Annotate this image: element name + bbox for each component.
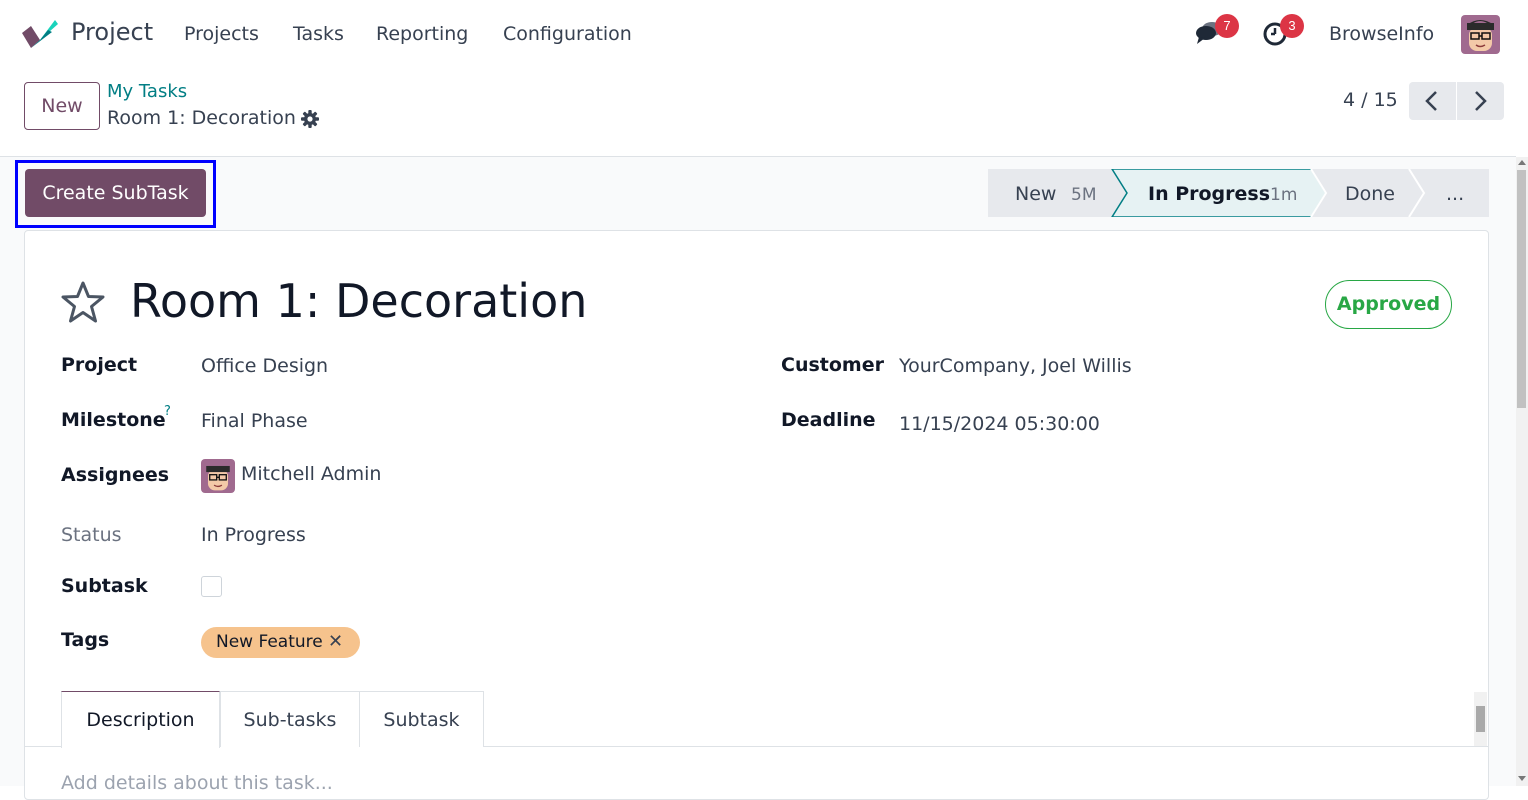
- deadline-label: Deadline: [781, 409, 876, 431]
- stage-done-label: Done: [1345, 183, 1395, 205]
- highlight-box: [15, 160, 216, 228]
- project-field[interactable]: Office Design: [201, 355, 328, 377]
- stage-new-label: New: [1015, 183, 1056, 205]
- pager-previous-button[interactable]: [1409, 82, 1456, 120]
- star-icon[interactable]: [60, 280, 106, 324]
- description-editor[interactable]: Add details about this task...: [61, 772, 333, 794]
- project-label: Project: [61, 354, 138, 376]
- page-scrollbar-thumb[interactable]: [1517, 170, 1526, 408]
- top-navbar: Project Projects Tasks Reporting Configu…: [0, 0, 1528, 70]
- status-field: In Progress: [201, 524, 306, 546]
- breadcrumb-current: Room 1: Decoration: [107, 107, 296, 129]
- subtask-label: Subtask: [61, 575, 148, 597]
- app-name[interactable]: Project: [71, 18, 153, 46]
- chevron-left-icon: [1425, 91, 1437, 111]
- tag-badge: New Feature ✕: [201, 627, 360, 658]
- gear-icon[interactable]: [300, 109, 320, 129]
- new-record-button[interactable]: New: [24, 82, 100, 130]
- messages-badge: 7: [1215, 14, 1239, 38]
- user-avatar[interactable]: [1461, 15, 1500, 54]
- inner-scrollbar-thumb[interactable]: [1476, 706, 1485, 732]
- tags-label: Tags: [61, 629, 110, 651]
- approval-status-button[interactable]: Approved: [1325, 280, 1452, 329]
- assignees-field[interactable]: Mitchell Admin: [241, 463, 381, 485]
- pager-next-button[interactable]: [1457, 82, 1504, 120]
- stage-new[interactable]: [988, 169, 1127, 217]
- company-switcher[interactable]: BrowseInfo: [1329, 23, 1434, 45]
- project-logo-icon[interactable]: [22, 18, 58, 50]
- activities-badge: 3: [1280, 14, 1304, 38]
- customer-label: Customer: [781, 354, 884, 376]
- stage-statusbar: New 5M In Progress 1m Done ...: [988, 169, 1489, 217]
- menu-reporting[interactable]: Reporting: [376, 23, 468, 45]
- milestone-field[interactable]: Final Phase: [201, 410, 308, 432]
- stage-more-label: ...: [1446, 183, 1464, 205]
- deadline-field[interactable]: 11/15/2024 05:30:00: [899, 413, 1100, 435]
- scroll-down-arrow-icon[interactable]: [1518, 776, 1526, 781]
- stage-in-progress-label: In Progress: [1148, 183, 1270, 205]
- stage-in-progress-time: 1m: [1270, 185, 1297, 205]
- scroll-up-arrow-icon[interactable]: [1518, 160, 1526, 165]
- tab-sub-tasks[interactable]: Sub-tasks: [220, 691, 360, 747]
- tag-label: New Feature: [216, 632, 323, 652]
- status-label: Status: [61, 524, 122, 546]
- close-icon[interactable]: ✕: [328, 631, 343, 652]
- pager-value[interactable]: 4 / 15: [1343, 89, 1398, 111]
- customer-field[interactable]: YourCompany, Joel Willis: [899, 355, 1132, 377]
- milestone-label: Milestone: [61, 409, 166, 431]
- stage-new-time: 5M: [1071, 185, 1096, 205]
- menu-tasks[interactable]: Tasks: [293, 23, 344, 45]
- assignee-avatar: [201, 459, 235, 493]
- tab-subtask[interactable]: Subtask: [359, 691, 484, 747]
- menu-configuration[interactable]: Configuration: [503, 23, 632, 45]
- tab-description[interactable]: Description: [61, 691, 220, 748]
- milestone-help-tooltip[interactable]: ?: [164, 404, 171, 419]
- chevron-right-icon: [1475, 91, 1487, 111]
- assignees-label: Assignees: [61, 464, 170, 486]
- task-title[interactable]: Room 1: Decoration: [130, 274, 587, 328]
- subtask-checkbox[interactable]: [201, 576, 222, 597]
- breadcrumb-my-tasks[interactable]: My Tasks: [107, 81, 187, 102]
- menu-projects[interactable]: Projects: [184, 23, 259, 45]
